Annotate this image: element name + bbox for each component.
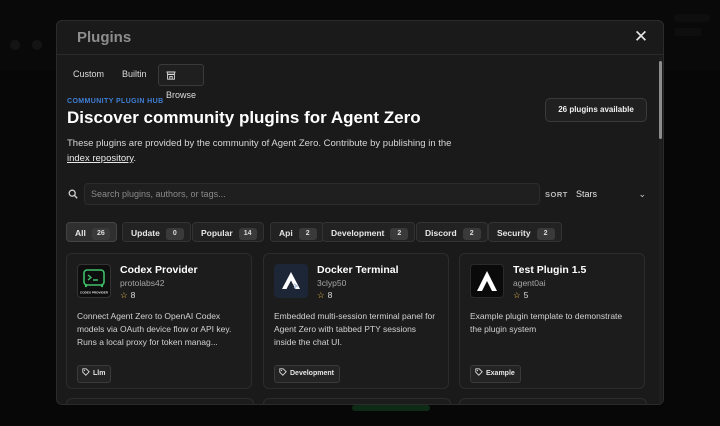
- plugin-card-codex-provider[interactable]: CODEX PROVIDER Codex Provider protolabs4…: [66, 253, 252, 389]
- plugin-name: Test Plugin 1.5: [513, 264, 587, 276]
- modal-title: Plugins: [77, 29, 132, 46]
- plugin-description: Example plugin template to demonstrate t…: [470, 311, 623, 334]
- sort-select[interactable]: Stars ⌄: [576, 186, 646, 202]
- plugin-author: protolabs42: [120, 278, 165, 288]
- sort-value: Stars: [576, 189, 598, 199]
- star-icon: ☆: [120, 290, 128, 300]
- filter-update[interactable]: Update 0: [122, 222, 191, 242]
- hub-title: Discover community plugins for Agent Zer…: [67, 108, 421, 127]
- index-repository-link[interactable]: index repository: [67, 153, 133, 164]
- plugin-tag-label: Development: [290, 370, 334, 377]
- filter-all[interactable]: All 26: [66, 222, 117, 242]
- plugin-author: agent0ai: [513, 278, 546, 288]
- filter-discord[interactable]: Discord 2: [416, 222, 488, 242]
- plugin-stars: ☆ 8: [317, 290, 332, 301]
- tab-browse-label: Browse: [166, 90, 197, 100]
- filter-label: Development: [331, 228, 385, 238]
- filter-popular[interactable]: Popular 14: [192, 222, 264, 242]
- filter-development[interactable]: Development 2: [322, 222, 416, 242]
- plugin-card-partial[interactable]: [459, 398, 647, 404]
- plugins-count-badge: 26 plugins available: [545, 98, 647, 122]
- filter-count: 14: [238, 228, 257, 240]
- close-button[interactable]: ✕: [633, 27, 649, 46]
- agent-zero-logo-icon: [477, 271, 497, 291]
- close-icon: ✕: [633, 27, 649, 46]
- star-icon: ☆: [317, 290, 325, 300]
- sort-label: SORT: [545, 190, 568, 199]
- star-count: 8: [130, 290, 136, 300]
- codex-logo-icon: CODEX PROVIDER: [80, 269, 109, 295]
- filter-count: 2: [536, 228, 555, 240]
- tag-icon: [475, 368, 483, 376]
- tab-builtin[interactable]: Builtin: [115, 64, 154, 84]
- plugin-tag[interactable]: Example: [470, 365, 521, 383]
- search-icon: [68, 189, 78, 199]
- filter-count: 0: [165, 228, 184, 240]
- tab-custom[interactable]: Custom: [66, 64, 111, 84]
- scrollbar-thumb[interactable]: [659, 61, 662, 139]
- filter-count: 2: [462, 228, 481, 240]
- filter-count: 26: [91, 228, 110, 240]
- modal-header: Plugins ✕: [57, 21, 663, 55]
- filter-label: Popular: [201, 228, 233, 238]
- test-plugin-logo: [470, 264, 504, 298]
- hub-eyebrow: COMMUNITY PLUGIN HUB: [67, 98, 164, 105]
- plugins-modal: Plugins ✕ Custom Builtin Browse COMMUNIT…: [56, 20, 664, 405]
- chevron-down-icon: ⌄: [638, 189, 646, 199]
- hub-description-end: .: [133, 153, 136, 164]
- codex-provider-logo: CODEX PROVIDER: [77, 264, 111, 298]
- plugin-card-partial[interactable]: [263, 398, 451, 404]
- star-count: 5: [523, 290, 529, 300]
- plugin-tag[interactable]: Development: [274, 365, 340, 383]
- plugin-tag-label: Llm: [93, 370, 106, 377]
- filter-label: Api: [279, 228, 293, 238]
- hub-description: These plugins are provided by the commun…: [67, 136, 467, 166]
- star-icon: ☆: [513, 290, 521, 300]
- store-icon: [166, 71, 176, 80]
- docker-terminal-logo: [274, 264, 308, 298]
- codex-logo-caption: CODEX PROVIDER: [80, 291, 109, 295]
- filter-label: Security: [497, 228, 531, 238]
- filter-security[interactable]: Security 2: [488, 222, 562, 242]
- hub-description-text: These plugins are provided by the commun…: [67, 138, 452, 149]
- tag-icon: [279, 368, 287, 376]
- tag-icon: [82, 368, 90, 376]
- plugin-stars: ☆ 8: [120, 290, 135, 301]
- filter-count: 2: [298, 228, 317, 240]
- plugin-author: 3clyp50: [317, 278, 347, 288]
- filter-label: Discord: [425, 228, 457, 238]
- plugin-description: Embedded multi-session terminal panel fo…: [274, 311, 436, 347]
- filter-label: Update: [131, 228, 160, 238]
- plugin-card-test-plugin[interactable]: Test Plugin 1.5 agent0ai ☆ 5 Example plug…: [459, 253, 645, 389]
- filter-api[interactable]: Api 2: [270, 222, 324, 242]
- plugin-tag[interactable]: Llm: [77, 365, 112, 383]
- star-count: 8: [327, 290, 333, 300]
- agent-zero-logo-icon: [282, 272, 300, 289]
- plugin-tag-label: Example: [486, 370, 515, 377]
- tab-browse[interactable]: Browse: [158, 64, 205, 100]
- plugin-stars: ☆ 5: [513, 290, 528, 301]
- plugin-name: Docker Terminal: [317, 264, 399, 276]
- search-input[interactable]: [84, 183, 540, 205]
- filter-label: All: [75, 228, 86, 238]
- filter-count: 2: [390, 228, 409, 240]
- plugin-card-docker-terminal[interactable]: Docker Terminal 3clyp50 ☆ 8 Embedded mult…: [263, 253, 449, 389]
- plugin-description: Connect Agent Zero to OpenAI Codex model…: [77, 311, 232, 347]
- plugin-name: Codex Provider: [120, 264, 198, 276]
- plugin-card-partial[interactable]: [66, 398, 254, 404]
